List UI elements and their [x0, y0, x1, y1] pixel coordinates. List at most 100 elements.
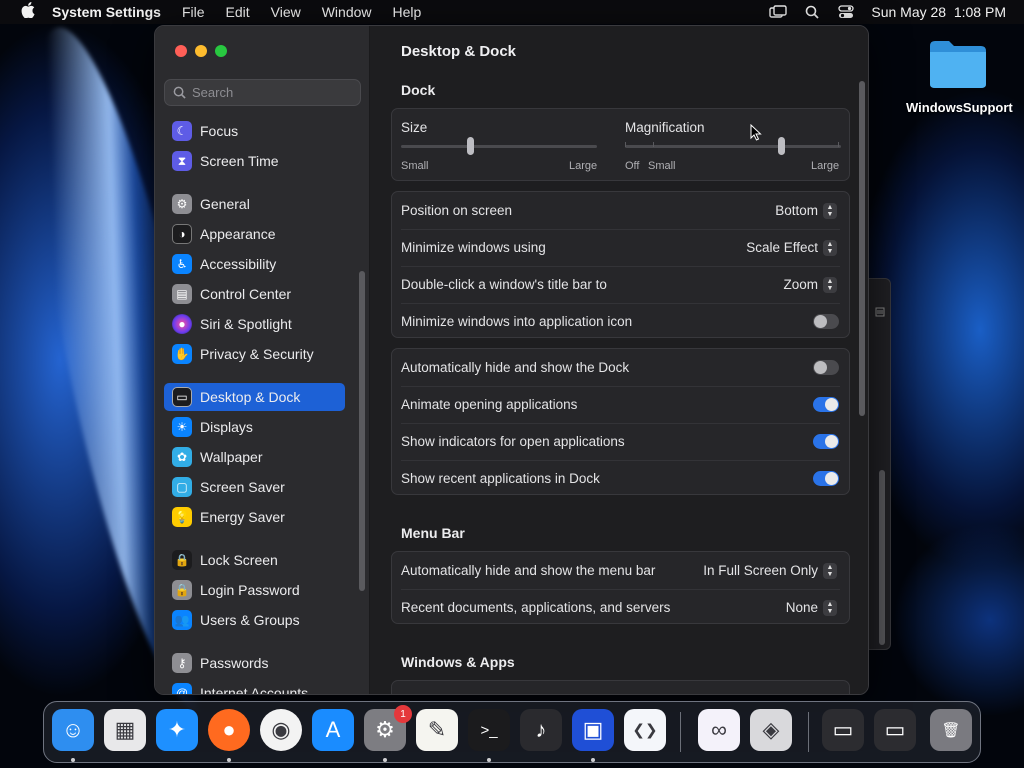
vscode-icon[interactable]: ❮❯: [624, 709, 666, 751]
sidebar-item-label: General: [200, 196, 250, 212]
sidebar-item-appearance[interactable]: ◑ Appearance: [164, 220, 345, 248]
sidebar-item-general[interactable]: ⚙ General: [164, 190, 345, 218]
sidebar-item-users-groups[interactable]: 👥 Users & Groups: [164, 606, 345, 634]
sidebar-item-screen-saver[interactable]: ▢ Screen Saver: [164, 473, 345, 501]
chrome-icon[interactable]: ◉: [260, 709, 302, 751]
menu-app-name[interactable]: System Settings: [52, 4, 161, 20]
search-placeholder: Search: [192, 85, 234, 100]
sidebar-item-desktop-dock[interactable]: ▭ Desktop & Dock: [164, 383, 345, 411]
trash-icon[interactable]: 🗑: [930, 709, 972, 751]
position-value: Bottom: [775, 203, 818, 218]
recent-apps-row: Show recent applications in Dock: [392, 460, 849, 497]
animate-toggle[interactable]: [813, 397, 839, 412]
close-button[interactable]: [175, 45, 187, 57]
sidebar-item-label: Focus: [200, 123, 239, 139]
background-window-scrollbar[interactable]: [879, 470, 885, 645]
sidebar-item-screen-time[interactable]: ⧗ Screen Time: [164, 147, 345, 175]
system-settings-icon[interactable]: ⚙ 1: [364, 705, 412, 751]
safari-icon[interactable]: ✦: [156, 709, 198, 751]
sidebar-item-control-center[interactable]: ▤ Control Center: [164, 280, 345, 308]
dock: ☺ ▦ ✦ ● ◉ A ⚙ 1 ✎ >_ ♪ ▣ ❮❯ ∞ ◈ ▭ ▭ 🗑: [43, 701, 981, 763]
section-title-windows-apps: Windows & Apps: [401, 654, 515, 670]
sidebar-item-label: Siri & Spotlight: [200, 316, 292, 332]
firefox-icon[interactable]: ●: [208, 709, 250, 751]
recent-apps-toggle[interactable]: [813, 471, 839, 486]
sidebar-item-energy-saver[interactable]: 💡 Energy Saver: [164, 503, 345, 531]
zoom-button[interactable]: [215, 45, 227, 57]
app-store-icon[interactable]: A: [312, 709, 354, 751]
minimize-into-icon-toggle[interactable]: [813, 314, 839, 329]
menu-file[interactable]: File: [182, 4, 205, 20]
menu-help[interactable]: Help: [393, 4, 422, 20]
size-slider-thumb[interactable]: [466, 137, 474, 155]
apple-menu-icon[interactable]: [18, 2, 38, 22]
sidebar-item-lock-screen[interactable]: 🔒 Lock Screen: [164, 546, 345, 574]
windows-apps-card: [391, 680, 850, 694]
menu-bar-autohide-label: Automatically hide and show the menu bar: [401, 563, 656, 578]
position-popup[interactable]: Bottom ▲ ▼: [775, 202, 837, 219]
double-click-popup[interactable]: Zoom ▲ ▼: [783, 276, 837, 293]
accessibility-icon: ♿: [172, 254, 192, 274]
minimized-window-icon[interactable]: ▭: [874, 709, 916, 751]
menu-bar-autohide-value: In Full Screen Only: [703, 563, 818, 578]
spotlight-search-icon[interactable]: [803, 5, 821, 19]
launchpad-icon[interactable]: ▦: [104, 709, 146, 751]
sidebar-item-focus[interactable]: ☾ Focus: [164, 117, 345, 145]
sidebar-item-label: Screen Time: [200, 153, 279, 169]
terminal-icon[interactable]: >_: [468, 709, 510, 751]
sidebar-item-label: Screen Saver: [200, 479, 285, 495]
menu-edit[interactable]: Edit: [226, 4, 250, 20]
screen-mirroring-icon[interactable]: [769, 5, 788, 19]
sidebar-item-siri-spotlight[interactable]: ● Siri & Spotlight: [164, 310, 345, 338]
indicators-label: Show indicators for open applications: [401, 434, 625, 449]
folder-label: WindowsSupport: [906, 100, 1013, 115]
minimize-value: Scale Effect: [746, 240, 818, 255]
minimize-effect-popup[interactable]: Scale Effect ▲ ▼: [746, 239, 837, 256]
sidebar-item-accessibility[interactable]: ♿ Accessibility: [164, 250, 345, 278]
sidebar-item-login-password[interactable]: 🔒 Login Password: [164, 576, 345, 604]
menu-bar-clock[interactable]: Sun May 28 1:08 PM: [871, 4, 1006, 20]
menu-view[interactable]: View: [271, 4, 301, 20]
siri-icon: ●: [172, 314, 192, 334]
size-slider-track[interactable]: [401, 145, 597, 148]
main-scrollbar[interactable]: [859, 81, 865, 416]
autohide-dock-toggle[interactable]: [813, 360, 839, 375]
sidebar-item-label: Control Center: [200, 286, 292, 302]
magnification-tick-large: [838, 142, 839, 147]
dock-options-card: Automatically hide and show the Dock Ani…: [391, 348, 850, 495]
magnification-slider-track[interactable]: [625, 145, 841, 148]
bootcamp-icon[interactable]: ◈: [750, 709, 792, 751]
sidebar-item-privacy-security[interactable]: ✋ Privacy & Security: [164, 340, 345, 368]
sidebar-item-wallpaper[interactable]: ✿ Wallpaper: [164, 443, 345, 471]
menu-bar-autohide-popup[interactable]: In Full Screen Only ▲ ▼: [703, 562, 837, 579]
virtual-machine-icon[interactable]: ▣: [572, 709, 614, 751]
lightbulb-icon: 💡: [172, 507, 192, 527]
appearance-icon: ◑: [172, 224, 192, 244]
size-large-label: Large: [569, 160, 598, 172]
search-field[interactable]: Search: [164, 79, 361, 106]
sidebar-scrollbar[interactable]: [359, 271, 365, 591]
users-icon: 👥: [172, 610, 192, 630]
textedit-icon[interactable]: ✎: [416, 709, 458, 751]
menu-window[interactable]: Window: [322, 4, 372, 20]
dock-icon: ▭: [172, 387, 192, 407]
garageband-icon[interactable]: ♪: [520, 709, 562, 751]
sidebar-item-label: Lock Screen: [200, 552, 278, 568]
minimized-window-icon[interactable]: ▭: [822, 709, 864, 751]
sidebar-item-displays[interactable]: ☀ Displays: [164, 413, 345, 441]
finder-icon[interactable]: ☺: [52, 709, 94, 751]
desktop-folder[interactable]: WindowsSupport: [906, 38, 1013, 115]
screen-saver-icon: ▢: [172, 477, 192, 497]
control-center-icon[interactable]: [837, 5, 855, 19]
indicators-toggle[interactable]: [813, 434, 839, 449]
visual-studio-icon[interactable]: ∞: [698, 709, 740, 751]
autohide-dock-row: Automatically hide and show the Dock: [392, 349, 849, 386]
running-indicator: [227, 758, 231, 762]
indicators-row: Show indicators for open applications: [392, 423, 849, 460]
sidebar-item-internet-accounts[interactable]: @ Internet Accounts: [164, 679, 345, 694]
minimize-button[interactable]: [195, 45, 207, 57]
mouse-cursor-icon: [750, 124, 762, 141]
magnification-slider-thumb[interactable]: [777, 137, 785, 155]
sidebar-item-passwords[interactable]: ⚷ Passwords: [164, 649, 345, 677]
recent-documents-popup[interactable]: None ▲ ▼: [786, 599, 837, 616]
